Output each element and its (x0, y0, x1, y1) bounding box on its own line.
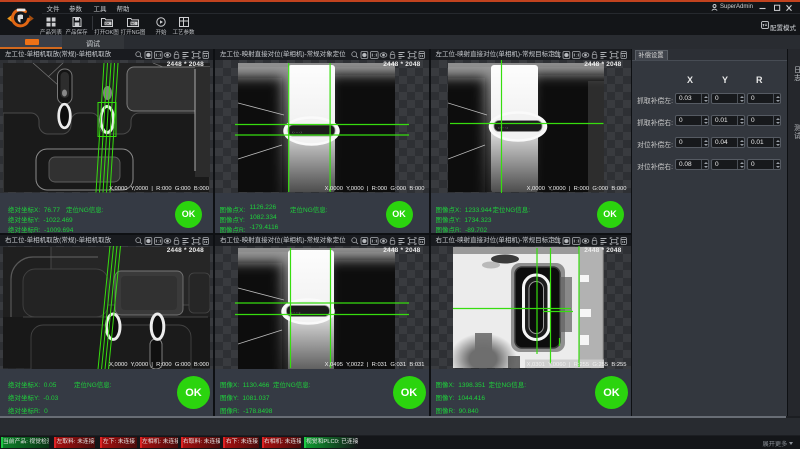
svg-text:NG: NG (131, 21, 136, 25)
